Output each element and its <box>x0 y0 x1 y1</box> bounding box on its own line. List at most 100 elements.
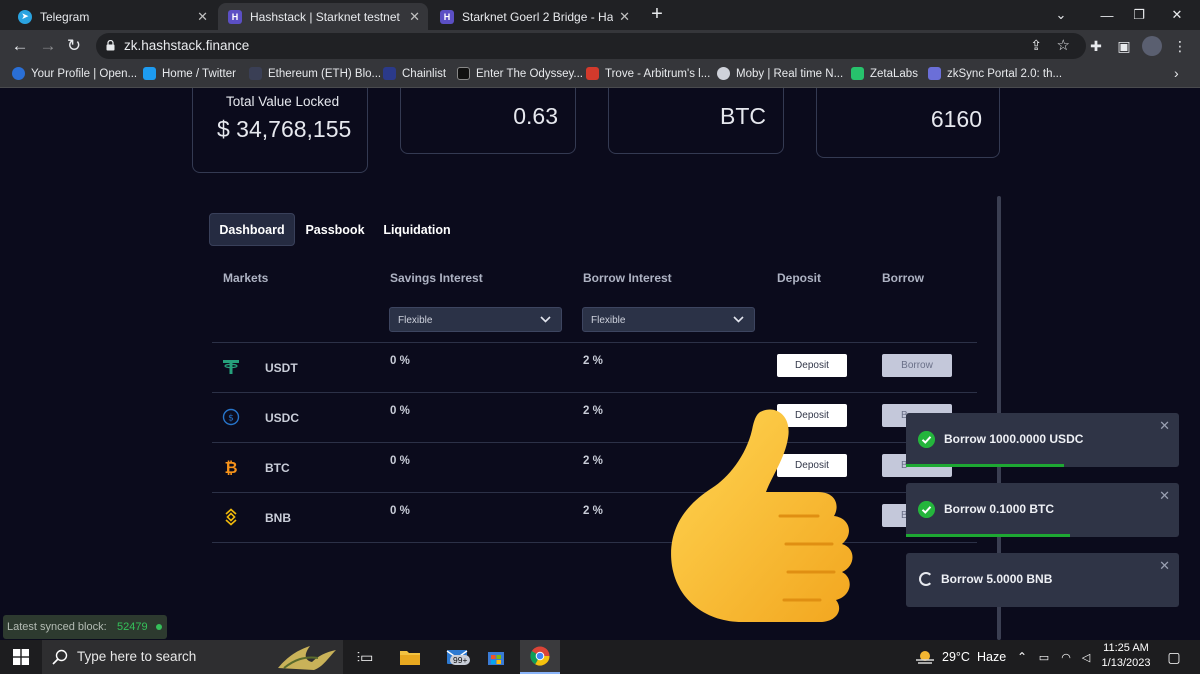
status-dot-icon <box>156 624 162 630</box>
svg-text:₿: ₿ <box>224 458 237 476</box>
weather-temperature[interactable]: 29°C <box>942 640 970 674</box>
hashstack-icon: H <box>440 9 454 24</box>
battery-icon[interactable]: ▭ <box>1036 640 1052 674</box>
zetalabs-icon <box>851 67 864 80</box>
tab-passbook[interactable]: Passbook <box>301 213 369 246</box>
tab-dashboard[interactable]: Dashboard <box>209 213 295 246</box>
new-tab-button[interactable]: + <box>646 3 668 27</box>
deposit-button[interactable]: Deposit <box>777 354 847 377</box>
task-view-icon[interactable]: ⫶▭ <box>352 640 378 674</box>
weather-icon[interactable] <box>914 640 936 674</box>
chevron-up-icon[interactable]: ⌃ <box>1014 640 1030 674</box>
tvl-value: $ 34,768,155 <box>217 116 352 142</box>
back-button[interactable]: ← <box>8 34 32 58</box>
close-icon[interactable]: ✕ <box>1159 418 1170 434</box>
lock-icon <box>106 40 115 51</box>
header-borrow: Borrow <box>882 271 924 285</box>
taskbar-search-box[interactable]: Type here to search <box>42 640 343 674</box>
bookmark-item[interactable]: ZetaLabs <box>851 67 918 80</box>
bookmark-item[interactable]: Enter The Odyssey... <box>457 67 583 80</box>
share-icon[interactable]: ⇪ <box>1030 37 1042 54</box>
close-window-button[interactable]: ✕ <box>1154 0 1200 30</box>
tvl-card: Total Value Locked $ 34,768,155 <box>192 88 368 173</box>
bookmark-label: Your Profile | Open... <box>31 67 138 80</box>
address-bar[interactable]: zk.hashstack.finance ⇪ ☆ <box>96 33 1086 59</box>
borrow-rate: 2 % <box>583 405 603 417</box>
search-icon <box>52 649 68 665</box>
telegram-icon: ➤ <box>18 9 32 24</box>
savings-rate: 0 % <box>390 505 410 517</box>
windows-taskbar: Type here to search ⫶▭ 99+ 29°C Haze ⌃ ▭… <box>0 640 1200 674</box>
stat-card-4: 6160 <box>816 88 1000 158</box>
borrow-rate: 2 % <box>583 455 603 467</box>
profile-avatar[interactable] <box>1142 36 1162 56</box>
close-icon[interactable]: ✕ <box>197 9 208 25</box>
bookmark-star-icon[interactable]: ☆ <box>1057 36 1070 54</box>
close-icon[interactable]: ✕ <box>1159 558 1170 574</box>
asset-name: USDC <box>265 411 300 425</box>
tab-title: Hashstack | Starknet testnet <box>250 9 400 24</box>
search-placeholder: Type here to search <box>77 649 197 664</box>
reload-button[interactable]: ↻ <box>62 34 86 58</box>
side-panel-icon[interactable]: ▣ <box>1114 36 1134 56</box>
twitter-icon <box>143 67 156 80</box>
bookmark-label: Chainlist <box>402 67 447 80</box>
browser-tab-hashstack[interactable]: H Hashstack | Starknet testnet ✕ <box>218 3 428 30</box>
row-divider <box>212 342 977 343</box>
etherscan-icon <box>249 67 262 80</box>
bookmark-item[interactable]: Ethereum (ETH) Blo... <box>249 67 381 80</box>
bookmark-item[interactable]: Chainlist <box>383 67 446 80</box>
forward-button[interactable]: → <box>36 34 60 58</box>
bookmark-label: Moby | Real time N... <box>736 67 844 80</box>
speaker-icon[interactable]: ◁ <box>1078 640 1094 674</box>
bookmark-label: Home / Twitter <box>162 67 236 80</box>
clock-date: 1/13/2023 <box>1101 657 1151 669</box>
notification-badge: 99+ <box>450 655 471 665</box>
svg-text:$: $ <box>228 414 234 424</box>
close-icon[interactable]: ✕ <box>409 9 420 25</box>
bookmark-item[interactable]: Your Profile | Open... <box>12 67 137 80</box>
savings-interest-select[interactable]: Flexible <box>389 307 562 332</box>
store-icon[interactable] <box>483 640 509 674</box>
taskbar-clock[interactable]: 11:25 AM 1/13/2023 <box>1100 641 1152 673</box>
tab-search-icon[interactable]: ⌄ <box>1038 0 1084 30</box>
bookmark-item[interactable]: Trove - Arbitrum's l... <box>586 67 710 80</box>
close-icon[interactable]: ✕ <box>619 9 630 25</box>
file-explorer-icon[interactable] <box>397 640 423 674</box>
close-icon[interactable]: ✕ <box>1159 488 1170 504</box>
borrow-interest-select[interactable]: Flexible <box>582 307 755 332</box>
thumbs-up-icon <box>671 409 853 622</box>
bookmark-icon <box>12 67 25 80</box>
bookmark-item[interactable]: Home / Twitter <box>143 67 236 80</box>
loading-spinner-icon <box>919 572 933 586</box>
mail-icon[interactable]: 99+ <box>440 640 474 674</box>
stat-card-4-value: 6160 <box>930 106 982 132</box>
chevron-right-icon[interactable]: › <box>1174 65 1179 81</box>
borrow-rate: 2 % <box>583 505 603 517</box>
toast-notification: Borrow 0.1000 BTC ✕ <box>906 483 1179 537</box>
toast-message: Borrow 5.0000 BNB <box>941 572 1053 586</box>
check-circle-icon <box>918 501 935 518</box>
tab-title: Starknet Goerl 2 Bridge - Hashsta <box>462 9 614 24</box>
bookmark-item[interactable]: zkSync Portal 2.0: th... <box>928 67 1062 80</box>
bookmark-item[interactable]: Moby | Real time N... <box>717 67 843 80</box>
windows-logo-icon <box>13 649 29 665</box>
extensions-icon[interactable]: ✚ <box>1086 36 1106 56</box>
asset-name: BTC <box>265 461 290 475</box>
browser-tab-telegram[interactable]: ➤ Telegram ✕ <box>8 3 216 30</box>
notification-center-icon[interactable]: ▢ <box>1162 640 1186 674</box>
page-content: Total Value Locked $ 34,768,155 0.63 BTC… <box>0 88 1200 640</box>
wifi-icon[interactable]: ◠ <box>1058 640 1074 674</box>
chrome-taskbar-icon[interactable] <box>520 640 560 674</box>
more-menu-icon[interactable]: ⋮ <box>1170 36 1190 56</box>
sync-label: Latest synced block: <box>7 621 107 633</box>
tab-liquidation[interactable]: Liquidation <box>380 213 454 246</box>
stat-card-2: 0.63 <box>400 88 576 154</box>
start-button[interactable] <box>0 640 42 674</box>
asset-name: USDT <box>265 361 298 375</box>
borrow-button[interactable]: Borrow <box>882 354 952 377</box>
weather-description[interactable]: Haze <box>977 640 1006 674</box>
trove-icon <box>586 67 599 80</box>
bookmark-label: Trove - Arbitrum's l... <box>605 67 711 80</box>
browser-tab-bridge[interactable]: H Starknet Goerl 2 Bridge - Hashsta ✕ <box>430 3 638 30</box>
